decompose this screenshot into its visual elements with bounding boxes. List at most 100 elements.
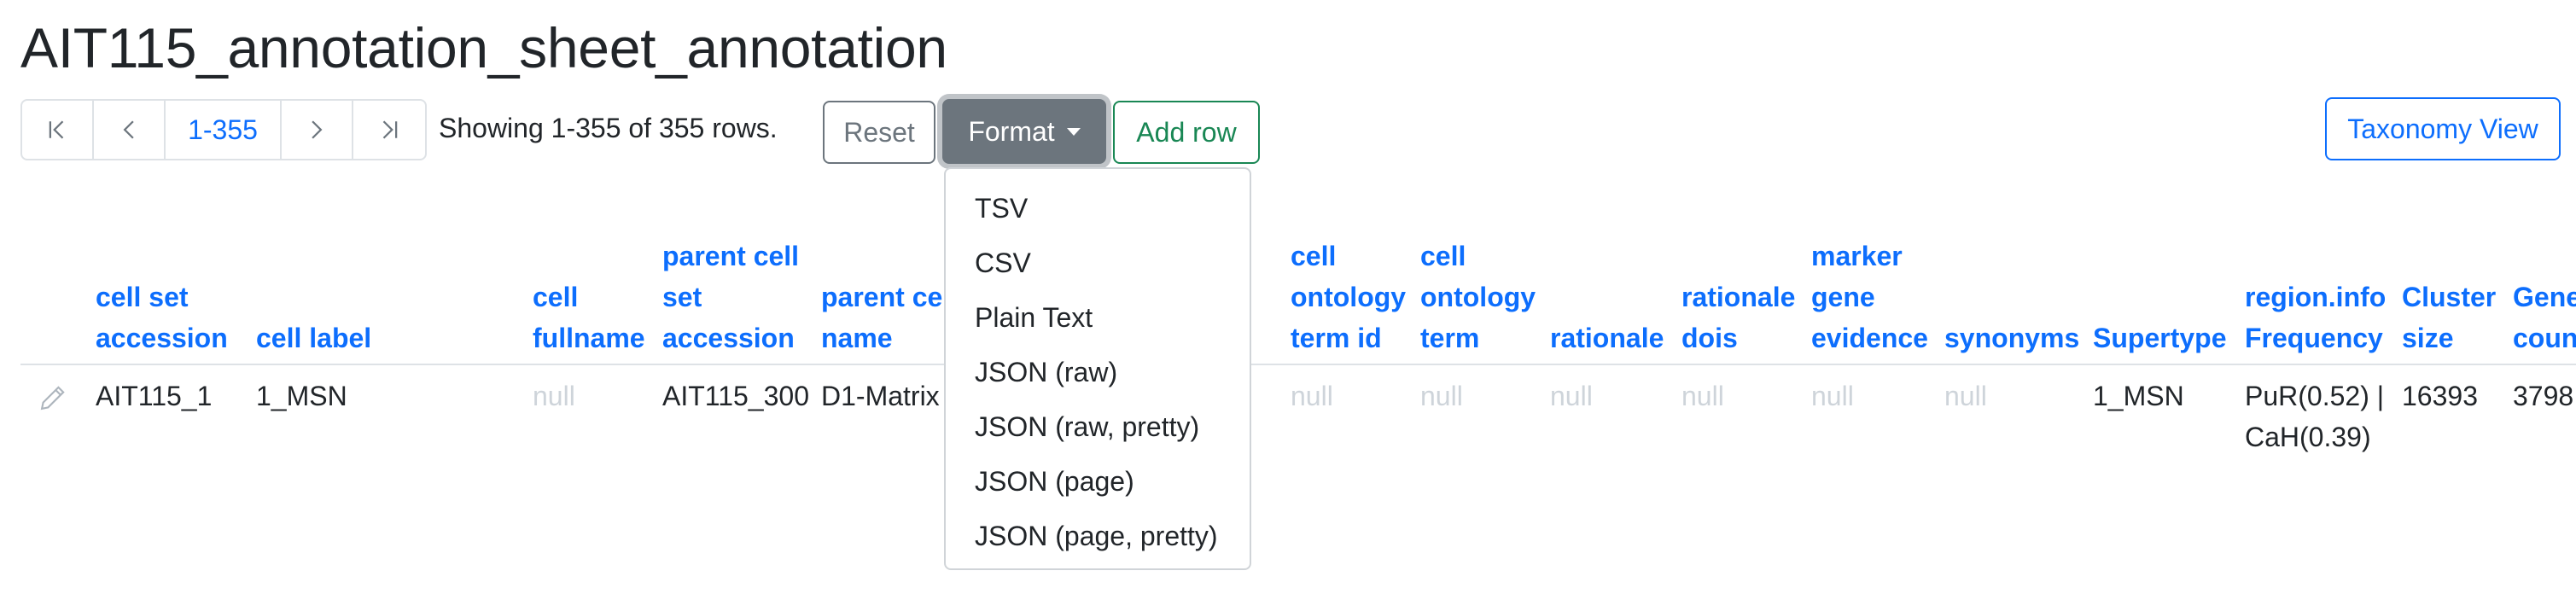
table-cell: D1-Matrix	[821, 376, 940, 416]
column-header[interactable]: parent ce name	[821, 277, 942, 358]
column-header-line: cell	[533, 282, 579, 312]
column-header-line: name	[821, 323, 893, 353]
column-header-line: Supertype	[2093, 323, 2227, 353]
table-cell: null	[533, 376, 575, 416]
column-header-line: gene	[1811, 282, 1875, 312]
table-cell-line: CaH(0.39)	[2245, 422, 2371, 452]
column-header-line: term	[1420, 323, 1480, 353]
format-option-json-page-pretty[interactable]: JSON (page, pretty)	[946, 509, 1250, 563]
format-option-csv[interactable]: CSV	[946, 236, 1250, 290]
format-option-tsv[interactable]: TSV	[946, 181, 1250, 236]
format-button[interactable]: Format	[942, 99, 1106, 164]
column-header-line: cell	[1291, 241, 1337, 271]
format-option-json-raw[interactable]: JSON (raw)	[946, 345, 1250, 399]
column-header-line: Frequency	[2245, 323, 2383, 353]
last-page-icon	[382, 120, 398, 139]
table-cell: null	[1550, 376, 1593, 416]
table-cell-line: 16393	[2402, 381, 2478, 411]
table-cell-line: 3798	[2513, 381, 2574, 411]
column-header-line: parent ce	[821, 282, 943, 312]
table-cell: null	[1420, 376, 1463, 416]
first-page-icon	[49, 120, 64, 139]
column-header-line: term id	[1291, 323, 1382, 353]
column-header[interactable]: marker gene evidence	[1811, 236, 1928, 358]
column-header-line: ontology	[1420, 282, 1536, 312]
column-header[interactable]: Cluster size	[2402, 277, 2496, 358]
table-cell: null	[1291, 376, 1333, 416]
column-header-line: evidence	[1811, 323, 1928, 353]
column-header-line: rationale	[1681, 282, 1796, 312]
column-header-line: cell label	[256, 323, 372, 353]
table-cell-line: null	[1420, 381, 1463, 411]
column-header-line: rationale	[1550, 323, 1664, 353]
pencil-icon[interactable]	[38, 384, 67, 413]
column-header-line: ontology	[1291, 282, 1407, 312]
column-header[interactable]: synonyms	[1944, 317, 2079, 358]
next-page-button[interactable]	[282, 101, 353, 159]
column-header[interactable]: cell set accession	[96, 277, 228, 358]
page-range-button[interactable]: 1-355	[166, 101, 282, 159]
pagination: 1-355	[20, 99, 427, 160]
table-cell: PuR(0.52) | CaH(0.39)	[2245, 376, 2384, 457]
table-cell: 1_MSN	[2093, 376, 2184, 416]
column-header-line: set	[662, 282, 702, 312]
table-cell-line: null	[1550, 381, 1593, 411]
column-header-line: fullname	[533, 323, 645, 353]
table-cell-line: AIT115_1	[96, 381, 213, 411]
column-header[interactable]: parent cell set accession	[662, 236, 799, 358]
column-header[interactable]: cell label	[256, 317, 371, 358]
column-header[interactable]: cell fullname	[533, 277, 645, 358]
format-dropdown-menu: TSV CSV Plain Text JSON (raw) JSON (raw,…	[944, 167, 1251, 570]
column-header-line: cell	[1420, 241, 1466, 271]
table-cell-line: 1_MSN	[256, 381, 347, 411]
caret-down-icon	[1066, 127, 1081, 136]
table-cell-line: null	[533, 381, 575, 411]
column-header[interactable]: cell ontology term id	[1291, 236, 1406, 358]
prev-page-icon	[123, 120, 134, 139]
table-cell-line: 1_MSN	[2093, 381, 2184, 411]
header-divider	[20, 364, 2576, 365]
table-cell: null	[1681, 376, 1724, 416]
column-header[interactable]: cell ontology term	[1420, 236, 1536, 358]
table-cell-line: AIT115_300	[662, 381, 809, 411]
column-header-line: parent cell	[662, 241, 800, 271]
page-title: AIT115_annotation_sheet_annotation	[20, 16, 947, 79]
table-cell-line: null	[1681, 381, 1724, 411]
column-header[interactable]: Gene coun	[2513, 277, 2576, 358]
column-header-line: size	[2402, 323, 2454, 353]
column-header-line: coun	[2513, 323, 2576, 353]
table-cell: AIT115_1	[96, 376, 212, 416]
last-page-button[interactable]	[353, 101, 425, 159]
column-header-line: synonyms	[1944, 323, 2080, 353]
next-page-icon	[312, 120, 323, 139]
table-cell-line: null	[1811, 381, 1854, 411]
table-cell: 3798	[2513, 376, 2573, 416]
column-header[interactable]: rationale	[1550, 317, 1664, 358]
format-button-label: Format	[968, 115, 1055, 147]
table-cell-line: null	[1291, 381, 1333, 411]
table-cell: AIT115_300	[662, 376, 809, 416]
column-header-line: dois	[1681, 323, 1738, 353]
column-header[interactable]: rationale dois	[1681, 277, 1795, 358]
column-header-line: Gene	[2513, 282, 2576, 312]
column-header[interactable]: Supertype	[2093, 317, 2226, 358]
column-header-line: region.info	[2245, 282, 2387, 312]
reset-button[interactable]: Reset	[823, 101, 935, 164]
prev-page-button[interactable]	[94, 101, 166, 159]
column-header-line: Cluster	[2402, 282, 2497, 312]
add-row-button[interactable]: Add row	[1113, 101, 1260, 164]
table-cell-line: null	[1944, 381, 1987, 411]
column-header-line: accession	[96, 323, 228, 353]
row-count-text: Showing 1-355 of 355 rows.	[439, 113, 778, 143]
format-option-json-page[interactable]: JSON (page)	[946, 454, 1250, 509]
table-cell-line: D1-Matrix	[821, 381, 940, 411]
column-header-line: marker	[1811, 241, 1903, 271]
taxonomy-view-button[interactable]: Taxonomy View	[2325, 97, 2561, 160]
column-header[interactable]: region.info Frequency	[2245, 277, 2386, 358]
table-cell-line: PuR(0.52) |	[2245, 381, 2385, 411]
first-page-button[interactable]	[22, 101, 94, 159]
format-option-json-raw-pretty[interactable]: JSON (raw, pretty)	[946, 399, 1250, 454]
format-option-plain-text[interactable]: Plain Text	[946, 290, 1250, 345]
table-cell: 16393	[2402, 376, 2478, 416]
table-cell: null	[1944, 376, 1987, 416]
